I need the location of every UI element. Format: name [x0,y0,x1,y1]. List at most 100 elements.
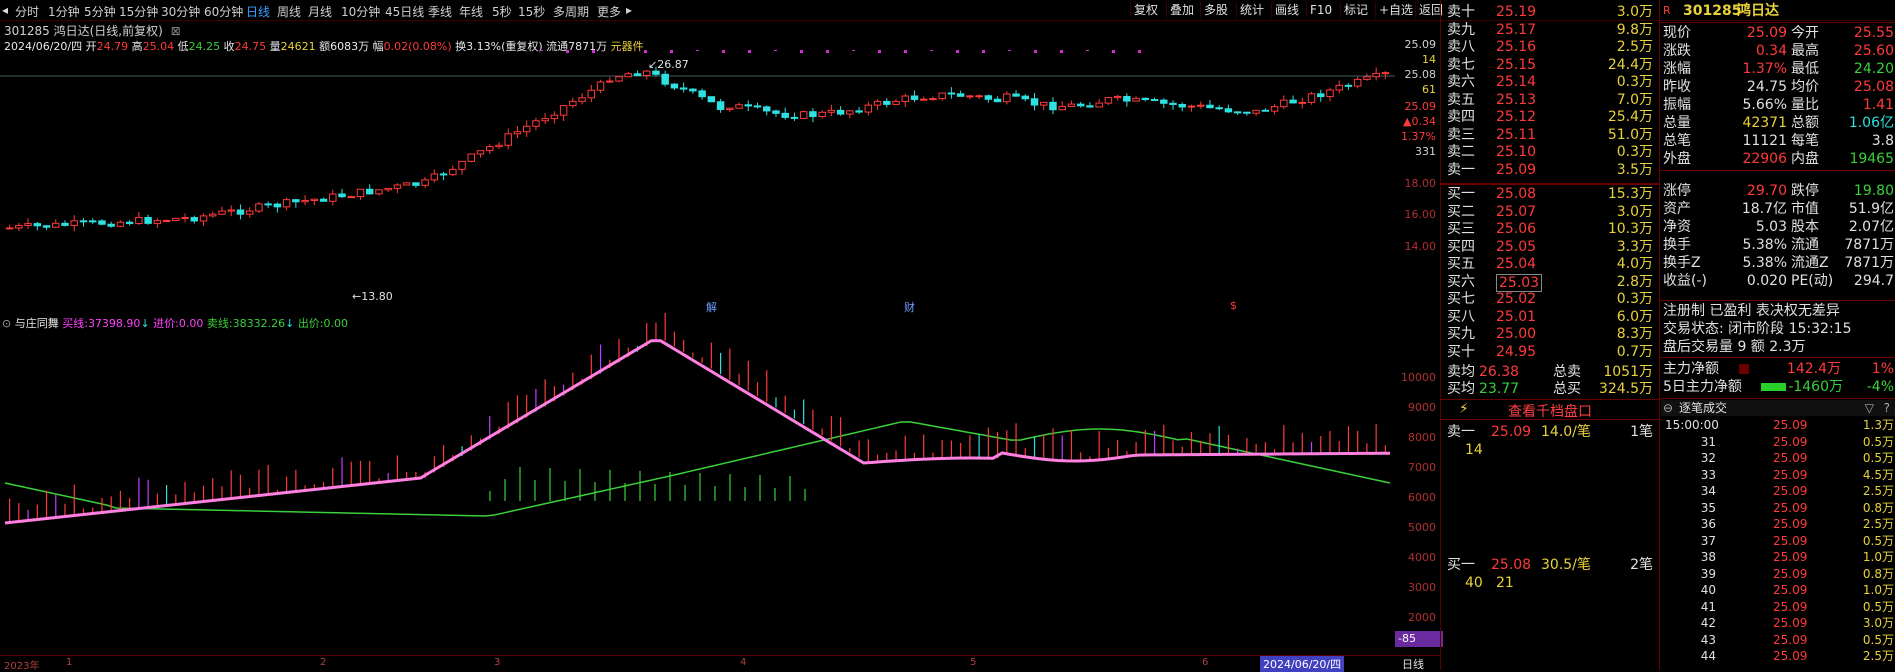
trade-volume: 0.8万 [1862,500,1894,515]
stat-label: 总额 [1791,115,1819,131]
time-tick: 1 [66,657,73,668]
tab-weekly[interactable]: 周线 [277,3,301,20]
sell-level-row[interactable]: 卖四 25.12 25.4万 [1441,109,1659,125]
level-price: 25.02 [1496,291,1537,307]
divider [1441,399,1659,400]
buy-level-row[interactable]: 买四 25.05 3.3万 [1441,239,1659,255]
multi-stock-button[interactable]: 多股 [1200,2,1231,18]
candle-body [1280,99,1288,108]
trade-row: 35 25.09 0.8万 [1663,500,1895,516]
level-price: 25.11 [1496,126,1537,143]
buy-level-row[interactable]: 买九 25.00 8.3万 [1441,326,1659,342]
candle-body [864,104,873,113]
main-net-row: 主力净额 142.4万 1% [1661,360,1895,378]
sell-level-row[interactable]: 卖五 25.13 7.0万 [1441,92,1659,108]
candle-body [772,110,780,114]
stat-row: 总笔 11121 每笔 3.8 [1661,132,1895,150]
fuquan-button[interactable]: 复权 [1130,2,1161,18]
candle-body [753,105,762,108]
view-depth-button[interactable]: ⚡ 查看千档盘口 [1441,401,1659,420]
level-volume: 0.3万 [1616,74,1653,90]
buy-level-row[interactable]: 买一 25.08 15.3万 [1441,186,1659,202]
candle-body [384,187,392,191]
tab-30min[interactable]: 30分钟 [161,3,200,20]
filter-icon[interactable]: ▽ [1865,400,1874,416]
tab-15sec[interactable]: 15秒 [518,3,545,20]
indicator-chart[interactable] [0,313,1395,653]
tab-1min[interactable]: 1分钟 [48,3,80,20]
candle-body [1058,106,1066,111]
buy-level-row[interactable]: 买八 25.01 6.0万 [1441,309,1659,325]
overlay-button[interactable]: 叠加 [1166,2,1197,18]
sell-level-row[interactable]: 卖三 25.11 51.0万 [1441,127,1659,143]
add-watchlist-button[interactable]: +自选 [1375,2,1416,18]
candle-body [781,112,789,118]
buy-level-row[interactable]: 买六 25.03 2.8万 [1441,273,1659,292]
sell-level-row[interactable]: 卖六 25.14 0.3万 [1441,74,1659,90]
sell-level-row[interactable]: 卖十 25.19 3.0万 [1441,4,1659,20]
axis-label: 10000 [1401,371,1436,384]
sell-level-row[interactable]: 卖二 25.10 0.3万 [1441,144,1659,160]
reg-note: 注册制 已盈利 表决权无差异 [1661,302,1895,320]
tab-5min[interactable]: 5分钟 [84,3,116,20]
level-label: 买五 [1447,256,1475,272]
candlestick-chart[interactable] [0,50,1395,311]
collapse-icon[interactable]: ⊖ [1663,400,1673,416]
sell-level-row[interactable]: 卖八 25.16 2.5万 [1441,39,1659,55]
buy-level-row[interactable]: 买七 25.02 0.3万 [1441,291,1659,307]
candle-body [1215,107,1223,110]
candle-body [449,168,457,176]
mark-button[interactable]: 标记 [1340,2,1371,18]
tab-fenshi[interactable]: 分时 [15,3,39,20]
sell-level-row[interactable]: 卖一 25.09 3.5万 [1441,162,1659,178]
stat-value: 5.38% [1742,237,1787,253]
candle-body [504,133,512,146]
close-chart-icon[interactable]: ⊠ [171,24,181,38]
trade-price: 25.09 [1773,451,1808,465]
tab-quarterly[interactable]: 季线 [428,3,452,20]
trade-volume: 0.5万 [1862,434,1894,449]
trade-row: 41 25.09 0.5万 [1663,599,1895,615]
trade-price: 25.09 [1773,517,1808,531]
candle-body [1344,84,1353,87]
level-label: 卖十 [1447,4,1475,20]
tab-yearly[interactable]: 年线 [459,3,483,20]
buy-level-row[interactable]: 买二 25.07 3.0万 [1441,204,1659,220]
candle-body [412,182,420,186]
signal-dot [1008,50,1011,51]
candle-body [181,217,189,220]
statistics-button[interactable]: 统计 [1236,2,1267,18]
stat-value: 22906 [1742,151,1787,167]
tab-10min[interactable]: 10分钟 [341,3,380,20]
tab-60min[interactable]: 60分钟 [204,3,243,20]
buy-level-row[interactable]: 买三 25.06 10.3万 [1441,221,1659,237]
candle-body [541,118,549,122]
candle-body [172,217,180,222]
tab-multi-period[interactable]: 多周期 [553,3,589,20]
sell-level-row[interactable]: 卖九 25.17 9.8万 [1441,22,1659,38]
toolbar-menu-arrow-icon[interactable]: ◂ [2,3,8,17]
tab-more[interactable]: 更多 [597,3,621,20]
help-icon[interactable]: ? [1884,400,1890,416]
tab-15min[interactable]: 15分钟 [119,3,158,20]
buy-level-row[interactable]: 买五 25.04 4.0万 [1441,256,1659,272]
candle-body [559,105,568,116]
level-volume: 3.0万 [1616,4,1653,20]
tab-monthly[interactable]: 月线 [308,3,332,20]
total-buy-label: 总买 [1553,381,1581,397]
f10-button[interactable]: F10 [1306,2,1335,18]
signal-dot [956,50,959,53]
trade-volume: 0.5万 [1862,533,1894,548]
buy-level-row[interactable]: 买十 24.95 0.7万 [1441,344,1659,360]
candle-body [162,220,171,223]
draw-button[interactable]: 画线 [1271,2,1302,18]
tab-5sec[interactable]: 5秒 [492,3,512,20]
sell-level-row[interactable]: 卖七 25.15 24.4万 [1441,57,1659,73]
candle-body [476,150,485,155]
dividend-marker[interactable]: $ [1230,299,1237,312]
tab-daily[interactable]: 日线 [246,3,270,20]
trade-state-text: 交易状态: 闭市阶段 15:32:15 [1663,321,1852,337]
tab-45day[interactable]: 45日线 [385,3,424,20]
candle-body [966,95,974,98]
more-arrow-icon[interactable]: ▸ [626,3,632,17]
